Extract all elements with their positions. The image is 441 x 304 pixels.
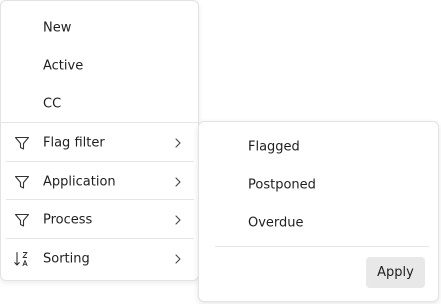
filter-icon <box>13 134 31 152</box>
filter-icon <box>13 173 31 191</box>
submenu-item-label: Overdue <box>248 215 304 231</box>
chevron-right-icon <box>172 176 184 188</box>
menu-divider <box>1 122 198 123</box>
menu-divider <box>6 161 194 162</box>
menu-item-new[interactable]: New <box>6 10 194 46</box>
submenu-item-overdue[interactable]: Overdue <box>205 205 432 241</box>
sort-icon <box>13 250 31 268</box>
menu-divider <box>6 238 194 239</box>
menu-item-label: Sorting <box>43 251 90 267</box>
submenu-divider <box>215 246 429 247</box>
menu-item-flag-filter[interactable]: Flag filter <box>6 125 194 161</box>
menu-item-process[interactable]: Process <box>6 202 194 238</box>
menu-item-label: CC <box>43 96 62 112</box>
apply-button[interactable]: Apply <box>366 257 425 288</box>
chevron-right-icon <box>172 253 184 265</box>
submenu-item-postponed[interactable]: Postponed <box>205 167 432 203</box>
chevron-right-icon <box>172 137 184 149</box>
menu-item-label: Active <box>43 58 84 74</box>
menu-item-cc[interactable]: CC <box>6 86 194 122</box>
menu-item-label: New <box>43 20 72 36</box>
menu-item-label: Application <box>43 174 116 190</box>
menu-item-application[interactable]: Application <box>6 164 194 200</box>
menu-item-label: Flag filter <box>43 135 105 151</box>
flag-filter-submenu: Flagged Postponed Overdue Apply <box>198 121 439 302</box>
chevron-right-icon <box>172 214 184 226</box>
submenu-item-label: Flagged <box>248 139 300 155</box>
filter-icon <box>13 211 31 229</box>
menu-item-active[interactable]: Active <box>6 48 194 84</box>
menu-divider <box>6 199 194 200</box>
submenu-item-label: Postponed <box>248 177 316 193</box>
submenu-item-flagged[interactable]: Flagged <box>205 129 432 165</box>
menu-item-sorting[interactable]: Sorting <box>6 241 194 277</box>
menu-item-label: Process <box>43 212 93 228</box>
filter-context-menu: New Active CC Flag filter Application Pr… <box>0 0 199 281</box>
